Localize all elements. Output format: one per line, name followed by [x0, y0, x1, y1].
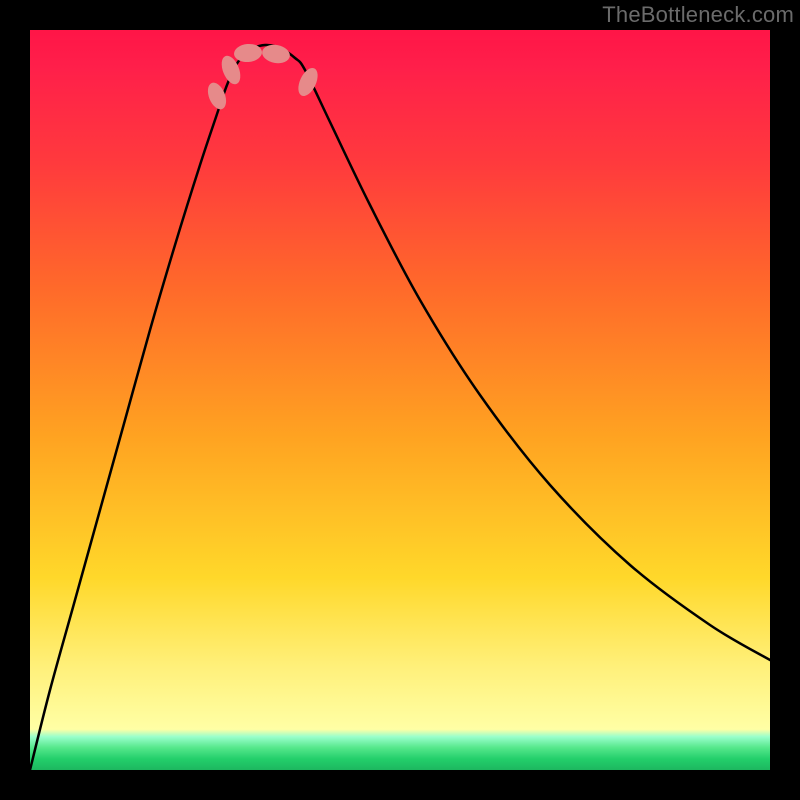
- bottleneck-curve-path: [30, 45, 770, 770]
- markers-group: [204, 43, 321, 112]
- watermark-text: TheBottleneck.com: [602, 2, 794, 28]
- chart-svg: [30, 30, 770, 770]
- chart-frame: [30, 30, 770, 770]
